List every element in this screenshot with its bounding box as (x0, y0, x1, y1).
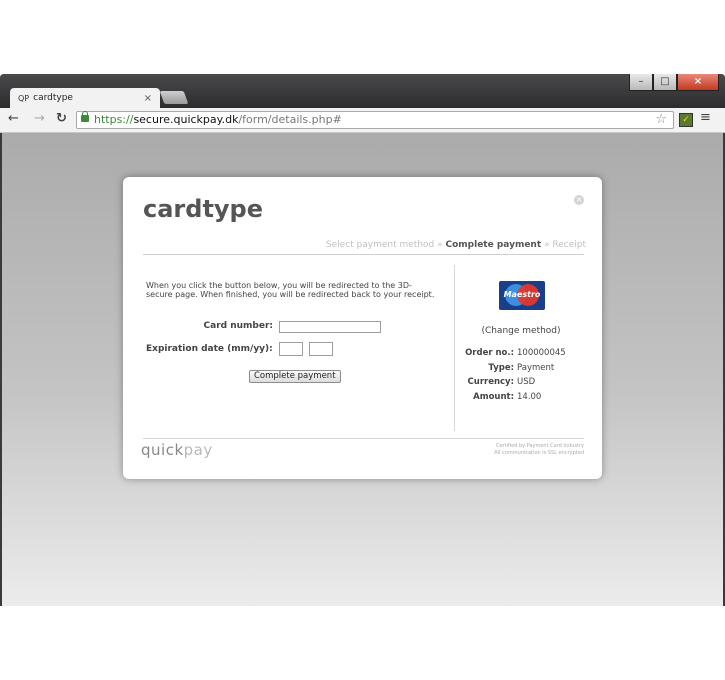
window-controls: – □ × (629, 74, 719, 91)
tab-close-icon[interactable]: × (144, 93, 152, 104)
breadcrumb-steps: Select payment method » Complete payment… (326, 240, 586, 250)
url-scheme: https:// (94, 113, 134, 126)
cert-line-pci: Certified by Payment Card Industry (495, 443, 584, 449)
expiration-row: Expiration date (mm/yy): (146, 344, 273, 354)
browser-tab[interactable]: QP cardtype × (10, 88, 160, 108)
tab-title: cardtype (33, 93, 73, 103)
security-certification: Certified by Payment Card Industry All c… (494, 443, 584, 457)
page-title: cardtype (143, 195, 264, 223)
detail-row-order-no: Order no.: 100000045 (458, 346, 584, 361)
quickpay-favicon-icon: QP (18, 93, 30, 103)
maestro-logo: Maestro (499, 281, 545, 310)
new-tab-button[interactable] (159, 91, 189, 104)
complete-payment-button[interactable]: Complete payment (249, 370, 341, 383)
footer-divider (143, 438, 584, 439)
url-host: secure.quickpay.dk (133, 113, 239, 126)
lock-icon (81, 111, 89, 122)
expiration-year-input[interactable] (309, 342, 333, 356)
url-path: /form/details.php# (238, 113, 342, 126)
step-separator: » (541, 240, 553, 250)
address-bar[interactable]: https://secure.quickpay.dk/form/details.… (76, 111, 674, 129)
card-number-label: Card number: (203, 321, 273, 331)
order-details: Order no.: 100000045 Type: Payment Currenc… (458, 346, 584, 404)
detail-value: 100000045 (517, 348, 566, 358)
minimize-button[interactable]: – (629, 74, 653, 91)
logo-pay: pay (183, 441, 213, 459)
expiration-label: Expiration date (mm/yy): (146, 344, 273, 354)
card-number-input[interactable] (279, 321, 381, 333)
change-method-link[interactable]: (Change method) (458, 326, 584, 336)
payment-dialog: × cardtype Select payment method » Compl… (123, 177, 602, 479)
extension-icon[interactable]: ✓ (679, 113, 693, 127)
browser-toolbar: ← → ↻ https://secure.quickpay.dk/form/de… (0, 108, 725, 133)
reload-icon[interactable]: ↻ (56, 111, 67, 126)
detail-key: Currency: (467, 377, 514, 387)
forward-arrow-icon[interactable]: → (34, 111, 45, 126)
detail-row-currency: Currency: USD (458, 375, 584, 390)
expiration-month-input[interactable] (279, 342, 303, 356)
logo-quick: quick (141, 441, 184, 459)
step-select-payment: Select payment method (325, 240, 435, 250)
detail-value: USD (517, 377, 536, 387)
payment-form: When you click the button below, you wil… (146, 281, 446, 383)
url-text[interactable]: https://secure.quickpay.dk/form/details.… (94, 112, 342, 128)
close-icon[interactable]: × (574, 195, 584, 205)
redirect-info-text: When you click the button below, you wil… (146, 281, 435, 299)
card-brand-text: Maestro (503, 290, 541, 299)
maximize-button[interactable]: □ (653, 74, 677, 91)
step-separator: » (434, 240, 446, 250)
detail-key: Amount: (473, 391, 514, 402)
title-bar: – □ × QP cardtype × (0, 74, 725, 108)
browser-window: – □ × QP cardtype × ← → ↻ https://secure… (0, 74, 725, 606)
detail-key: Order no.: (465, 348, 514, 358)
close-window-button[interactable]: × (677, 74, 719, 91)
menu-icon[interactable]: ≡ (700, 110, 711, 125)
star-icon[interactable]: ☆ (655, 112, 667, 128)
step-receipt: Receipt (552, 240, 586, 250)
detail-row-amount: Amount: 14.00 (458, 390, 584, 405)
back-arrow-icon[interactable]: ← (8, 111, 19, 126)
card-number-row: Card number: (146, 321, 273, 331)
cert-line-ssl: All communication is SSL encrypted (494, 450, 584, 456)
column-divider (454, 265, 455, 431)
header-divider (143, 254, 584, 255)
detail-value: Payment (517, 362, 555, 373)
detail-row-type: Type: Payment (458, 361, 584, 376)
step-complete-payment: Complete payment (445, 240, 542, 250)
page-viewport: × cardtype Select payment method » Compl… (2, 133, 723, 606)
quickpay-logo: quickpay (141, 441, 213, 459)
detail-value: 14.00 (517, 391, 542, 402)
detail-key: Type: (488, 362, 514, 373)
